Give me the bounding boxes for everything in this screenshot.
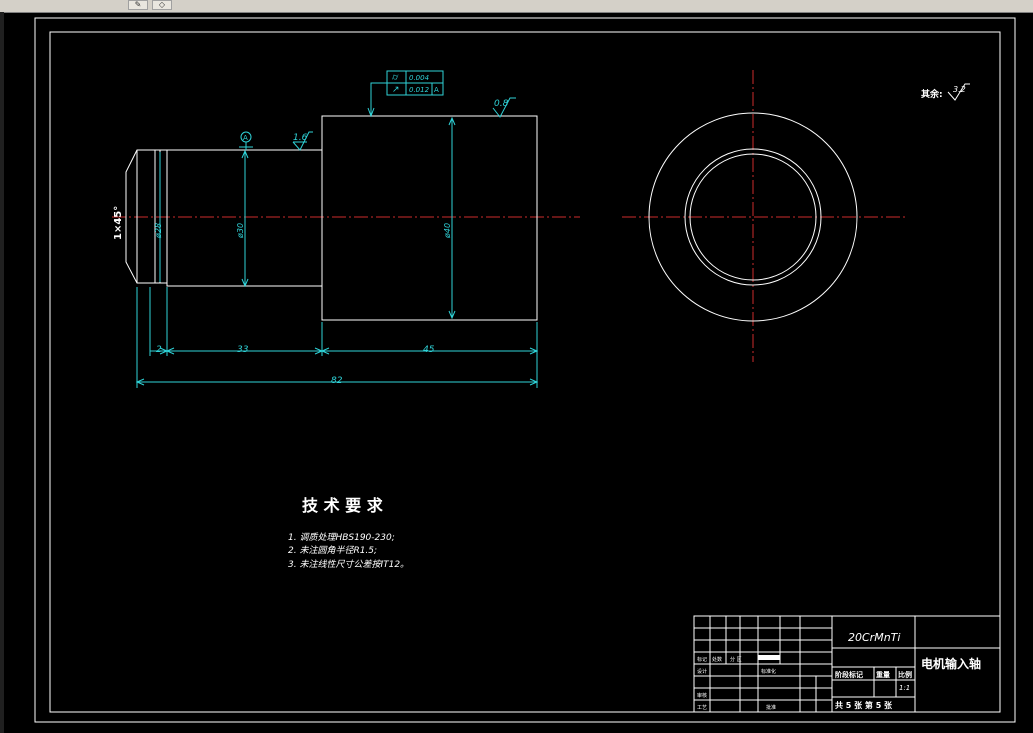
- label-design: 设计: [697, 668, 707, 675]
- side-view: [622, 70, 908, 362]
- scale-value: 1:1: [899, 684, 910, 692]
- label-mark: 标记: [697, 656, 707, 663]
- dia-28-label: ø28: [154, 223, 163, 239]
- length-dimensions: [135, 287, 539, 388]
- datum-a-label: A: [243, 134, 248, 142]
- cad-drawing: 0.004 0.012 A ⌭ ↗ 0.8 1.6 A 2 33 45 82 ø…: [34, 17, 1016, 723]
- roughness-main-value: 0.8: [494, 99, 509, 109]
- sheet-count: 共 5 张 第 5 张: [835, 700, 893, 710]
- tech-item-1: 1. 调质处理HBS190-230;: [288, 532, 395, 543]
- col-scale: 比例: [898, 670, 912, 679]
- dim-33: 33: [237, 345, 249, 355]
- label-std: 标准化: [761, 668, 776, 675]
- label-process: 工艺: [697, 705, 707, 711]
- label-approve: 批准: [766, 704, 776, 711]
- roughness-others-label: 其余:: [921, 88, 943, 100]
- roughness-shaft-value: 1.6: [293, 133, 308, 143]
- dim-2: 2: [156, 345, 162, 355]
- tech-requirements-title: 技 术 要 求: [302, 496, 384, 515]
- tolerance-frame: [367, 70, 444, 118]
- roughness-others-value: 3.2: [953, 85, 966, 94]
- label-check: 审核: [697, 692, 707, 699]
- tol-datum: A: [434, 86, 439, 94]
- tol-value-2: 0.012: [409, 86, 430, 94]
- shaft-large-section: [321, 115, 538, 321]
- part-name: 电机输入轴: [921, 656, 981, 671]
- dim-82: 82: [331, 376, 343, 386]
- diameter-dimensions: [159, 116, 456, 320]
- runout-icon: ↗: [392, 85, 400, 95]
- tech-item-3: 3. 未注线性尺寸公差按IT12。: [288, 559, 409, 570]
- tech-item-2: 2. 未注圆角半径R1.5;: [288, 545, 377, 556]
- label-zone: 分 区: [730, 656, 742, 663]
- inner-frame: [49, 31, 1001, 713]
- flatness-icon: ⌭: [392, 73, 399, 83]
- label-count: 处数: [712, 656, 722, 663]
- dia-40-label: ø40: [443, 223, 452, 239]
- material-label: 20CrMnTi: [848, 631, 900, 644]
- tol-value-1: 0.004: [409, 74, 429, 82]
- chamfer-label: 1×45°: [113, 206, 124, 240]
- dia-30-label: ø30: [236, 223, 245, 239]
- dim-45: 45: [423, 345, 435, 355]
- col-stage: 阶段标记: [835, 670, 863, 679]
- col-weight: 重量: [876, 670, 890, 679]
